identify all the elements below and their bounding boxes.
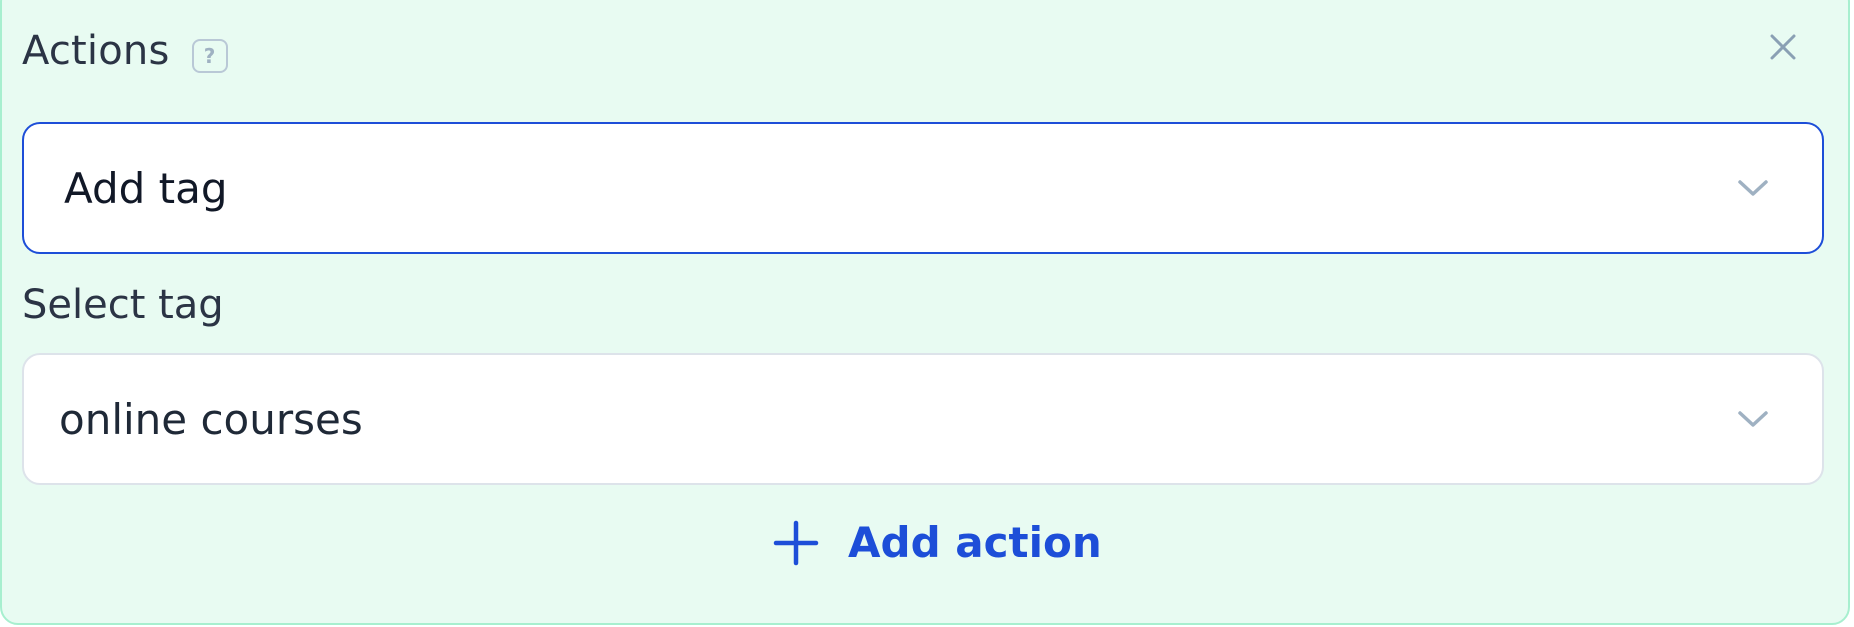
help-icon[interactable]: ? — [191, 39, 228, 73]
chevron-down-icon — [1738, 180, 1768, 196]
add-action-button[interactable]: Add action — [772, 518, 1102, 567]
close-icon — [1770, 34, 1796, 60]
close-button[interactable] — [1764, 28, 1802, 66]
chevron-down-icon — [1738, 411, 1768, 427]
select-tag-label: Select tag — [22, 282, 224, 328]
actions-panel: Actions ? Add tag Select tag online cour… — [0, 0, 1850, 625]
action-type-value: Add tag — [64, 163, 228, 213]
add-action-label: Add action — [848, 518, 1102, 567]
plus-icon — [773, 520, 819, 565]
tag-value: online courses — [59, 394, 363, 444]
action-type-select[interactable]: Add tag — [22, 122, 1824, 254]
actions-header: Actions ? — [22, 20, 228, 82]
actions-title: Actions — [22, 28, 170, 74]
tag-select[interactable]: online courses — [22, 353, 1824, 485]
